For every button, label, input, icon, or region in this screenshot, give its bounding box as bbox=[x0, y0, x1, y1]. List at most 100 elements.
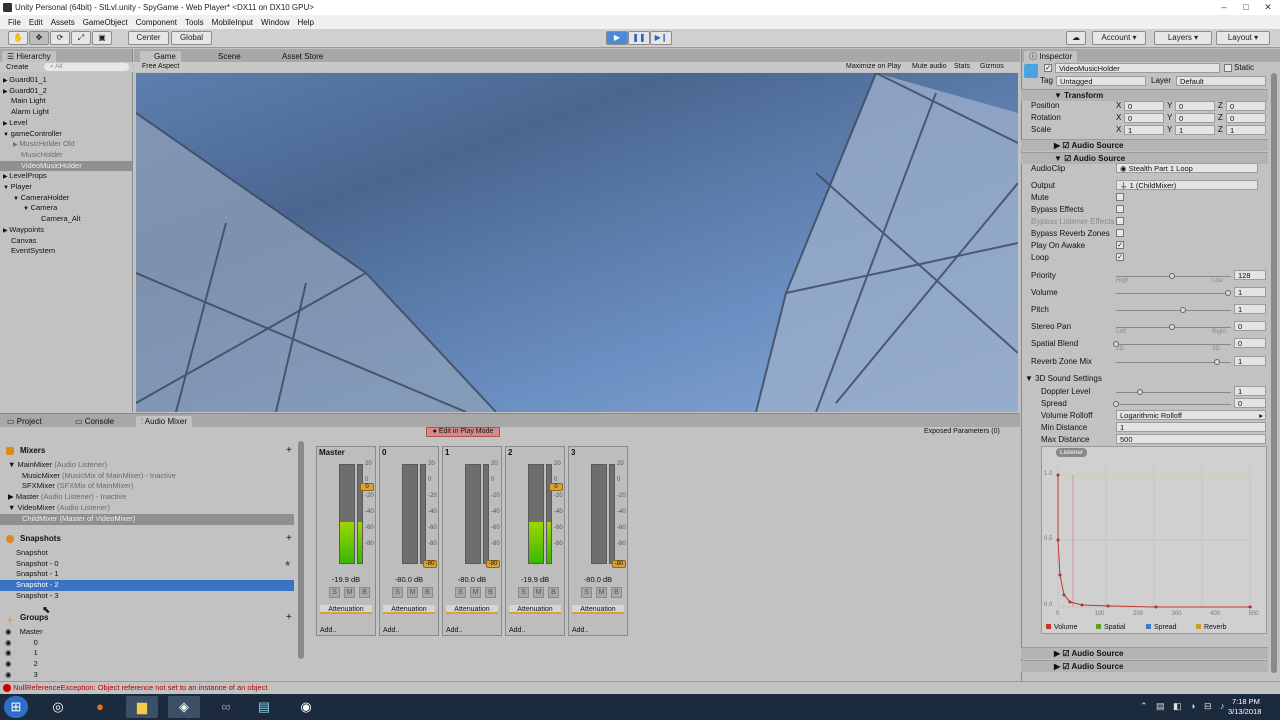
slider-knob[interactable] bbox=[1169, 324, 1175, 330]
checkbox[interactable] bbox=[1116, 205, 1124, 213]
group-item[interactable]: ◉ 2 bbox=[0, 659, 38, 670]
mute-button[interactable]: M bbox=[533, 587, 544, 598]
checkbox[interactable] bbox=[1116, 229, 1124, 237]
hierarchy-item[interactable]: ▶ MusicHolder Old bbox=[0, 139, 133, 150]
tab-game[interactable]: Game bbox=[140, 51, 181, 62]
minimize-icon[interactable]: – bbox=[1214, 1, 1234, 13]
tray-icons[interactable]: ⌃ ▤ ◧ ◑ ⊟ ♪ bbox=[1140, 701, 1228, 712]
status-bar[interactable]: NullReferenceException: Object reference… bbox=[0, 681, 1280, 694]
fader-handle[interactable]: -80 bbox=[486, 560, 500, 568]
slider-track[interactable] bbox=[1116, 273, 1231, 279]
fader-handle[interactable]: 0 bbox=[360, 483, 374, 491]
slider-value-field[interactable]: 0 bbox=[1234, 321, 1266, 331]
snapshot-item-selected[interactable]: Snapshot - 2 bbox=[0, 580, 294, 591]
solo-button[interactable]: S bbox=[518, 587, 529, 598]
output-field[interactable]: ⏚ 1 (ChildMixer) bbox=[1116, 180, 1258, 190]
slider-knob[interactable] bbox=[1225, 290, 1231, 296]
tab-audio-mixer[interactable]: ⫶ Audio Mixer bbox=[136, 416, 193, 427]
layer-dropdown[interactable]: Default bbox=[1176, 76, 1266, 86]
group-item[interactable]: ◉ 0 bbox=[0, 638, 38, 649]
tab-hierarchy[interactable]: ☰ Hierarchy bbox=[2, 51, 56, 62]
foldout-arrow-icon[interactable]: ▼ bbox=[3, 132, 11, 138]
min-distance-field[interactable]: 1 bbox=[1116, 422, 1266, 432]
group-item[interactable]: ◉ 1 bbox=[0, 648, 38, 659]
mixer-item-selected[interactable]: ChildMixer (Master of VideoMixer) bbox=[0, 514, 294, 525]
visibility-eye-icon[interactable]: ◉ bbox=[5, 627, 14, 636]
attenuation-effect[interactable]: Attenuation bbox=[509, 605, 561, 614]
doppler-slider[interactable] bbox=[1116, 389, 1231, 395]
slider-value-field[interactable]: 1 bbox=[1234, 287, 1266, 297]
mixer-channel-strip[interactable]: 0 20 0 -20 -40 -60 -80 -80 -80.0 dB S M B Attenuatio… bbox=[379, 446, 439, 636]
mixer-channel-strip[interactable]: Master 20 0 -20 -40 -60 -80 0 -19.9 dB S M B Attenua… bbox=[316, 446, 376, 636]
snapshot-item[interactable]: Snapshot - 0 bbox=[0, 559, 294, 570]
menu-window[interactable]: Window bbox=[257, 18, 293, 27]
step-button[interactable]: ▶❙ bbox=[650, 31, 672, 45]
max-distance-field[interactable]: 500 bbox=[1116, 434, 1266, 444]
static-checkbox[interactable] bbox=[1224, 64, 1232, 72]
audio-source-header-1[interactable]: ▶ ☑ Audio Source bbox=[1021, 139, 1268, 151]
notepad-icon[interactable]: ▤ bbox=[248, 696, 280, 718]
legend-item[interactable]: Reverb bbox=[1196, 623, 1227, 632]
slider-track[interactable] bbox=[1113, 341, 1231, 347]
tab-inspector[interactable]: ⓘ Inspector bbox=[1024, 51, 1078, 62]
mute-button[interactable]: M bbox=[344, 587, 355, 598]
close-icon[interactable]: ✕ bbox=[1258, 1, 1278, 13]
mixer-item[interactable]: SFXMixer (SFXMix of MainMixer) bbox=[22, 481, 133, 492]
solo-button[interactable]: S bbox=[329, 587, 340, 598]
game-viewport[interactable] bbox=[136, 73, 1018, 412]
slider-track[interactable] bbox=[1116, 290, 1231, 296]
checkbox[interactable]: ✓ bbox=[1116, 253, 1124, 261]
create-dropdown[interactable]: Create bbox=[6, 62, 29, 72]
transform-z-field[interactable]: 0 bbox=[1226, 113, 1266, 123]
slider-track[interactable] bbox=[1116, 307, 1231, 313]
edit-in-play-mode-toggle[interactable]: ● Edit in Play Mode bbox=[426, 427, 500, 437]
menu-edit[interactable]: Edit bbox=[25, 18, 47, 27]
rolloff-dropdown[interactable]: Logarithmic Rolloff ▸ bbox=[1116, 410, 1266, 420]
obs-icon[interactable]: ◉ bbox=[290, 696, 322, 718]
checkbox[interactable] bbox=[1116, 217, 1124, 225]
attenuation-effect[interactable]: Attenuation bbox=[383, 605, 435, 614]
slider-value-field[interactable]: 0 bbox=[1234, 338, 1266, 348]
attenuation-effect[interactable]: Attenuation bbox=[320, 605, 372, 614]
fader-handle[interactable]: -80 bbox=[423, 560, 437, 568]
menu-file[interactable]: File bbox=[4, 18, 25, 27]
slider-track[interactable] bbox=[1116, 359, 1231, 365]
legend-item[interactable]: Spread bbox=[1146, 623, 1177, 632]
transform-y-field[interactable]: 0 bbox=[1175, 101, 1215, 111]
bypass-button[interactable]: B bbox=[485, 587, 496, 598]
unity-taskbar-icon[interactable]: ◈ bbox=[168, 696, 200, 718]
rolloff-graph[interactable]: Listener 1.0 0.5 0.0 0 100 200 300 400 500 Vo… bbox=[1041, 446, 1267, 634]
rect-tool-icon[interactable]: ▣ bbox=[92, 31, 112, 45]
spread-field[interactable]: 0 bbox=[1234, 398, 1266, 408]
maximize-icon[interactable]: □ bbox=[1236, 1, 1256, 13]
hierarchy-item[interactable]: VideoMusicHolder bbox=[0, 160, 133, 172]
solo-button[interactable]: S bbox=[392, 587, 403, 598]
firefox-icon[interactable]: ● bbox=[84, 696, 116, 718]
snapshot-item[interactable]: Snapshot - 3 bbox=[0, 591, 294, 602]
hand-tool-icon[interactable]: ✋ bbox=[8, 31, 28, 45]
doppler-field[interactable]: 1 bbox=[1234, 386, 1266, 396]
bypass-button[interactable]: B bbox=[359, 587, 370, 598]
hierarchy-item[interactable]: EventSystem bbox=[0, 246, 133, 257]
hierarchy-item[interactable]: MusicHolder bbox=[0, 150, 133, 161]
legend-item[interactable]: Spatial bbox=[1096, 623, 1125, 632]
add-effect-button[interactable]: Add.. bbox=[572, 627, 588, 634]
play-button[interactable]: ▶ bbox=[606, 31, 628, 45]
layers-dropdown[interactable]: Layers ▾ bbox=[1154, 31, 1212, 45]
hierarchy-item[interactable]: ▶ Waypoints bbox=[0, 225, 133, 236]
tab-project[interactable]: ▭ Project bbox=[2, 416, 47, 427]
hierarchy-item[interactable]: Canvas bbox=[0, 236, 133, 247]
audio-source-header-4[interactable]: ▶ ☑ Audio Source bbox=[1021, 660, 1268, 672]
add-effect-button[interactable]: Add.. bbox=[509, 627, 525, 634]
tag-dropdown[interactable]: Untagged bbox=[1056, 76, 1146, 86]
menu-gameobject[interactable]: GameObject bbox=[79, 18, 132, 27]
hierarchy-item[interactable]: Alarm Light bbox=[0, 107, 133, 118]
gizmos-dropdown[interactable]: Gizmos bbox=[980, 62, 1004, 72]
hierarchy-search-input[interactable]: ⌕ All bbox=[44, 63, 129, 71]
legend-item[interactable]: Volume bbox=[1046, 623, 1077, 632]
mute-button[interactable]: M bbox=[470, 587, 481, 598]
mute-audio-toggle[interactable]: Mute audio bbox=[912, 62, 947, 72]
foldout-arrow-icon[interactable]: ▼ bbox=[13, 196, 21, 202]
transform-x-field[interactable]: 0 bbox=[1124, 101, 1164, 111]
hierarchy-item[interactable]: ▶ Guard01_1 bbox=[0, 75, 133, 86]
